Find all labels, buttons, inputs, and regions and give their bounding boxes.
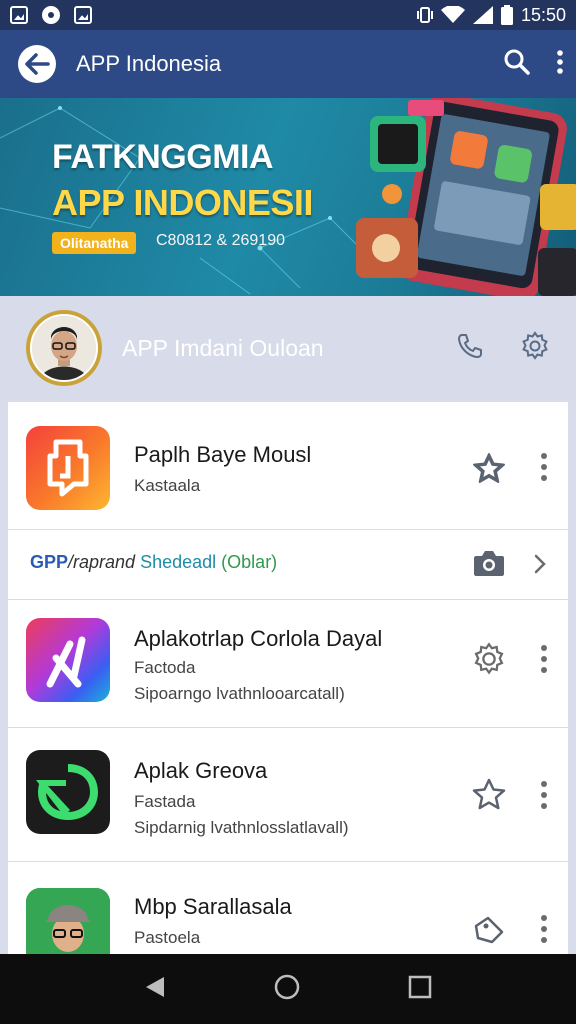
promo-banner[interactable]: FATKNGGMIA APP INDONESII Olitanatha C808…	[0, 98, 576, 296]
promo-brand: GPP	[30, 552, 69, 572]
app-list-card: Paplh Baye Mousl Kastaala GPP/raprand Sh…	[8, 402, 568, 954]
profile-name: APP Imdani Ouloan	[122, 334, 324, 361]
call-button[interactable]	[456, 332, 484, 365]
app-icon	[26, 618, 110, 702]
star-icon	[472, 778, 506, 810]
more-options-button[interactable]	[540, 644, 548, 679]
app-detail: Sipoarngo lvathnlooarcatall)	[134, 684, 345, 703]
promo-row[interactable]: GPP/raprand Shedeadl (Oblar)	[8, 530, 568, 600]
app-title: Aplak Greova	[134, 758, 268, 783]
list-item[interactable]: Mbp Sarallasala Pastoela	[8, 862, 568, 954]
wifi-icon	[440, 6, 465, 23]
chevron-right-button[interactable]	[534, 554, 546, 579]
nav-back-button[interactable]	[144, 975, 166, 1004]
list-item[interactable]: Aplakotrlap Corlola Dayal Factoda Sipoar…	[8, 600, 568, 728]
nav-home-button[interactable]	[273, 973, 301, 1006]
more-options-button[interactable]	[540, 914, 548, 949]
vibrate-icon	[416, 7, 433, 23]
banner-subtitle: C80812 & 269190	[156, 232, 285, 249]
system-nav-bar	[0, 954, 576, 1024]
tag-icon	[474, 916, 504, 944]
app-icon	[26, 750, 110, 834]
search-icon	[504, 49, 530, 75]
back-button[interactable]	[18, 45, 56, 83]
gear-icon	[474, 642, 504, 675]
search-button[interactable]	[504, 49, 530, 80]
app-title: Aplakotrlap Corlola Dayal	[134, 626, 383, 651]
more-vert-icon	[557, 49, 563, 74]
promo-label: Shedeadl	[140, 552, 217, 572]
app-bar: APP Indonesia	[0, 30, 576, 98]
more-options-button[interactable]	[556, 49, 564, 80]
promo-note: (Oblar)	[221, 552, 278, 572]
promo-tag: /raprand	[68, 552, 136, 572]
camera-icon	[474, 551, 504, 576]
app-title: Mbp Sarallasala	[134, 894, 292, 919]
status-bar: 15:50	[0, 0, 576, 30]
gear-icon	[522, 330, 548, 360]
app-icon	[26, 888, 110, 954]
image-notification-icon	[10, 6, 28, 24]
app-settings-button[interactable]	[472, 642, 506, 681]
square-recents-icon	[409, 975, 432, 998]
favorite-button[interactable]	[472, 778, 506, 815]
more-options-button[interactable]	[540, 452, 548, 487]
app-icon	[26, 426, 110, 510]
app-subtitle: Factoda	[134, 658, 196, 677]
app-subtitle: Pastoela	[134, 928, 201, 947]
signal-icon	[472, 6, 493, 24]
camera-button[interactable]	[472, 548, 506, 583]
phone-icon	[458, 333, 482, 358]
more-vert-icon	[541, 453, 547, 481]
tag-button[interactable]	[472, 914, 506, 951]
app-subtitle: Kastaala	[134, 476, 201, 495]
app-title: Paplh Baye Mousl	[134, 442, 312, 467]
star-icon	[473, 453, 505, 483]
chevron-right-icon	[534, 554, 546, 574]
status-notification-icons	[10, 6, 92, 24]
app-detail: Sipdarnig lvathnlosslatlavall)	[134, 818, 349, 837]
app-bar-title: APP Indonesia	[76, 51, 222, 76]
banner-title-line1: FATKNGGMIA	[52, 138, 274, 176]
list-item[interactable]: Aplak Greova Fastada Sipdarnig lvathnlos…	[8, 728, 568, 862]
circle-home-icon	[274, 974, 300, 999]
battery-icon	[500, 5, 513, 25]
more-options-button[interactable]	[540, 780, 548, 815]
avatar-photo	[30, 314, 98, 382]
more-vert-icon	[541, 645, 547, 673]
app-subtitle: Fastada	[134, 792, 196, 811]
status-time: 15:50	[520, 4, 566, 25]
promo-text: GPP/raprand Shedeadl (Oblar)	[30, 552, 277, 573]
status-system-icons: 15:50	[416, 4, 566, 26]
nav-recents-button[interactable]	[408, 975, 432, 1004]
profile-header: APP Imdani Ouloan	[0, 296, 576, 400]
list-item[interactable]: Paplh Baye Mousl Kastaala	[8, 402, 568, 530]
arrow-left-icon	[25, 53, 50, 75]
triangle-back-icon	[145, 976, 164, 997]
banner-badge: Olitanatha	[52, 232, 137, 254]
photo-notification-icon	[74, 6, 92, 24]
more-vert-icon	[541, 781, 547, 809]
banner-title-line2: APP INDONESII	[52, 182, 313, 223]
profile-settings-button[interactable]	[520, 330, 550, 366]
more-vert-icon	[541, 915, 547, 943]
favorite-button[interactable]	[472, 452, 506, 489]
app-notification-icon	[42, 6, 60, 24]
avatar[interactable]	[26, 310, 102, 386]
